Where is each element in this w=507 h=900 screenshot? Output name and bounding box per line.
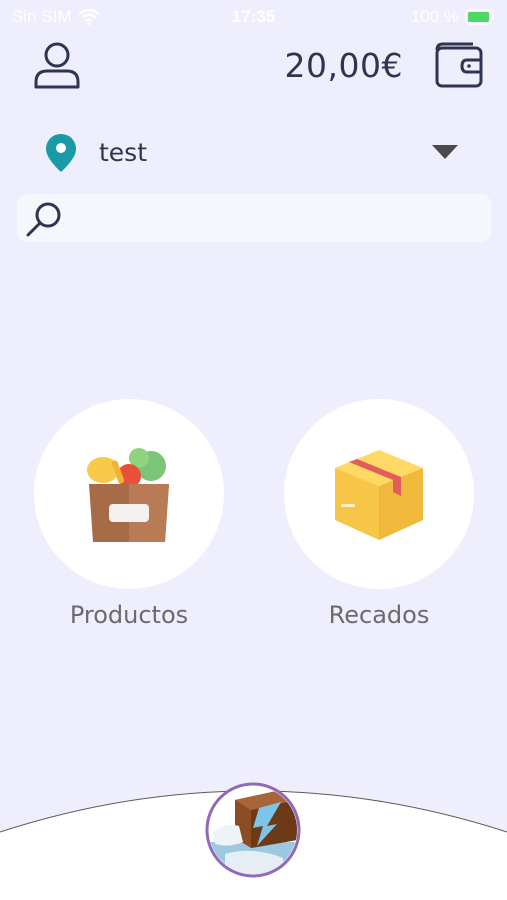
profile-button[interactable]: [30, 38, 84, 92]
wallet-balance: 20,00€: [284, 46, 403, 85]
search-input[interactable]: [75, 202, 477, 236]
battery-percent: 100 %: [410, 7, 459, 26]
map-pin-icon: [46, 134, 76, 172]
location-label: test: [99, 138, 148, 167]
grocery-basket-icon: [87, 448, 169, 542]
category-recados-circle[interactable]: [284, 399, 474, 589]
top-bar: 20,00€: [0, 38, 507, 94]
wallet-button[interactable]: [433, 40, 485, 90]
category-productos[interactable]: Productos: [34, 399, 224, 629]
status-bar: Sin SIM 17:35 100 %: [0, 0, 507, 34]
status-battery-group: 100 %: [411, 7, 495, 27]
category-recados[interactable]: Recados: [284, 399, 474, 629]
category-productos-circle[interactable]: [34, 399, 224, 589]
home-logo-button[interactable]: [205, 782, 301, 878]
search-bar[interactable]: [17, 194, 491, 242]
category-productos-label: Productos: [69, 601, 189, 629]
battery-icon: [465, 9, 494, 25]
location-selector[interactable]: test: [44, 130, 459, 176]
user-icon: [34, 42, 80, 89]
app-logo-icon: [205, 782, 301, 878]
chevron-down-icon: [432, 145, 458, 159]
category-recados-label: Recados: [328, 601, 430, 629]
wallet-icon: [435, 42, 483, 88]
package-box-icon: [335, 450, 423, 540]
search-icon: [26, 202, 61, 237]
